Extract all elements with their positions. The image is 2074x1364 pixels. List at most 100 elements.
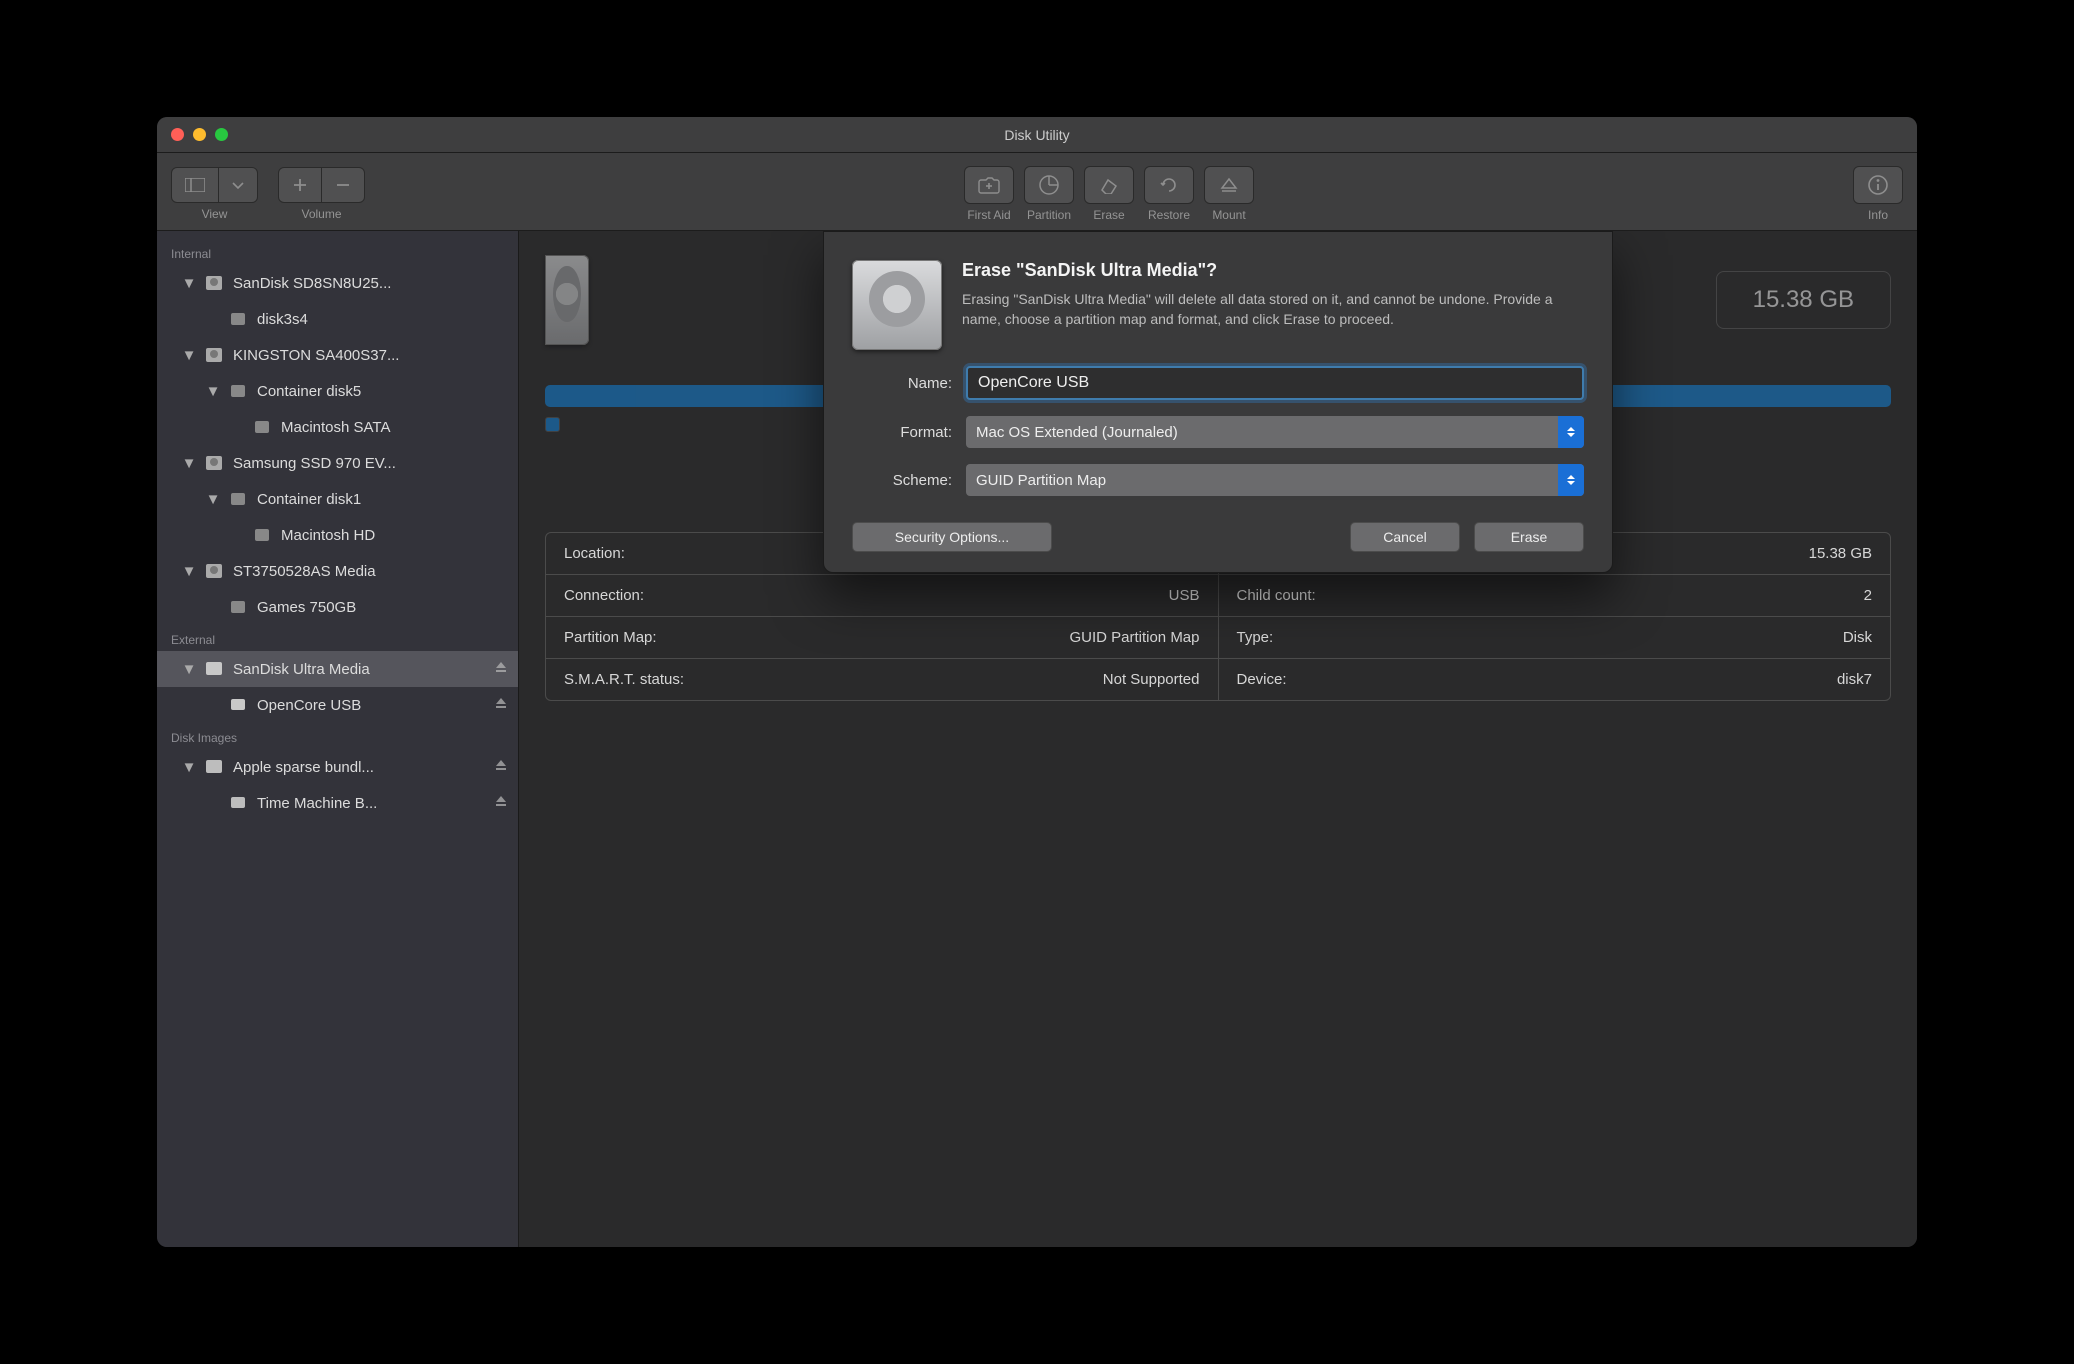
info-key: S.M.A.R.T. status: — [564, 671, 684, 688]
sidebar-item-label: Macintosh SATA — [281, 419, 508, 436]
sidebar-item-st3750[interactable]: ▼ ST3750528AS Media — [157, 553, 518, 589]
first-aid-button[interactable] — [964, 166, 1014, 204]
info-key: Location: — [564, 545, 625, 562]
erase-button[interactable] — [1084, 166, 1134, 204]
security-options-button[interactable]: Security Options... — [852, 522, 1052, 552]
sidebar-item-opencore-usb[interactable]: OpenCore USB — [157, 687, 518, 723]
erase-disk-icon — [852, 260, 942, 350]
sidebar-header-diskimages: Disk Images — [157, 723, 518, 749]
sidebar-item-sandisk-ultra[interactable]: ▼ SanDisk Ultra Media — [157, 651, 518, 687]
sidebar-item-label: Games 750GB — [257, 599, 508, 616]
eject-icon[interactable] — [494, 696, 508, 714]
internal-disk-icon — [203, 452, 225, 474]
view-label: View — [202, 207, 228, 221]
content-pane: 15.38 GB Location: External Connection: … — [519, 231, 1917, 1247]
disclosure-down-icon[interactable]: ▼ — [183, 455, 195, 472]
info-row-smart: S.M.A.R.T. status: Not Supported — [546, 659, 1218, 700]
mount-button[interactable] — [1204, 166, 1254, 204]
sidebar-item-kingston[interactable]: ▼ KINGSTON SA400S37... — [157, 337, 518, 373]
sidebar-item-macintosh-hd[interactable]: Macintosh HD — [157, 517, 518, 553]
info-key: Device: — [1237, 671, 1287, 688]
sidebar-item-label: ST3750528AS Media — [233, 563, 508, 580]
format-label: Format: — [852, 424, 952, 441]
sidebar-item-label: Macintosh HD — [281, 527, 508, 544]
sidebar-item-label: Time Machine B... — [257, 795, 486, 812]
sidebar-item-label: Samsung SSD 970 EV... — [233, 455, 508, 472]
sidebar-header-external: External — [157, 625, 518, 651]
select-arrows-icon — [1558, 464, 1584, 496]
external-volume-icon — [227, 694, 249, 716]
info-row-device: Device: disk7 — [1219, 659, 1891, 700]
sidebar-item-games750[interactable]: Games 750GB — [157, 589, 518, 625]
internal-disk-icon — [203, 272, 225, 294]
disclosure-down-icon[interactable]: ▼ — [183, 759, 195, 776]
volume-icon — [251, 524, 273, 546]
info-value: 15.38 GB — [1809, 545, 1872, 562]
sidebar-item-label: SanDisk Ultra Media — [233, 661, 486, 678]
sidebar-item-samsung-ssd[interactable]: ▼ Samsung SSD 970 EV... — [157, 445, 518, 481]
sidebar-item-container-disk5[interactable]: ▼ Container disk5 — [157, 373, 518, 409]
titlebar: Disk Utility — [157, 117, 1917, 153]
erase-sheet-title: Erase "SanDisk Ultra Media"? — [962, 260, 1584, 281]
disclosure-down-icon[interactable]: ▼ — [183, 275, 195, 292]
eject-icon[interactable] — [494, 660, 508, 678]
first-aid-label: First Aid — [967, 208, 1010, 222]
info-row-connection: Connection: USB — [546, 575, 1218, 617]
info-value: disk7 — [1837, 671, 1872, 688]
container-icon — [227, 380, 249, 402]
sidebar-item-apple-sparse[interactable]: ▼ Apple sparse bundl... — [157, 749, 518, 785]
sidebar-item-disk3s4[interactable]: disk3s4 — [157, 301, 518, 337]
erase-sheet-description: Erasing "SanDisk Ultra Media" will delet… — [962, 289, 1584, 330]
cancel-button[interactable]: Cancel — [1350, 522, 1460, 552]
format-select[interactable]: Mac OS Extended (Journaled) — [966, 416, 1584, 448]
erase-sheet: Erase "SanDisk Ultra Media"? Erasing "Sa… — [823, 231, 1613, 573]
eject-icon[interactable] — [494, 794, 508, 812]
sidebar-item-label: OpenCore USB — [257, 697, 486, 714]
volume-icon — [251, 416, 273, 438]
sidebar-item-sandisk-sd8[interactable]: ▼ SanDisk SD8SN8U25... — [157, 265, 518, 301]
internal-disk-icon — [203, 560, 225, 582]
name-input[interactable] — [966, 366, 1584, 400]
sidebar-toggle-button[interactable] — [172, 168, 219, 202]
volume-icon — [227, 308, 249, 330]
restore-button[interactable] — [1144, 166, 1194, 204]
remove-volume-button[interactable] — [322, 168, 364, 202]
capacity-badge: 15.38 GB — [1716, 271, 1891, 329]
disk-image-volume-icon — [227, 792, 249, 814]
name-label: Name: — [852, 375, 952, 392]
info-value: Disk — [1843, 629, 1872, 646]
sidebar-item-container-disk1[interactable]: ▼ Container disk1 — [157, 481, 518, 517]
sidebar-item-macintosh-sata[interactable]: Macintosh SATA — [157, 409, 518, 445]
info-key: Connection: — [564, 587, 644, 604]
info-key: Partition Map: — [564, 629, 657, 646]
info-row-type: Type: Disk — [1219, 617, 1891, 659]
disclosure-down-icon[interactable]: ▼ — [207, 491, 219, 508]
disclosure-down-icon[interactable]: ▼ — [207, 383, 219, 400]
scheme-label: Scheme: — [852, 472, 952, 489]
internal-disk-icon — [203, 344, 225, 366]
info-button[interactable] — [1853, 166, 1903, 204]
toolbar: View Volume First Aid — [157, 153, 1917, 231]
disclosure-down-icon[interactable]: ▼ — [183, 347, 195, 364]
sidebar-item-label: Container disk5 — [257, 383, 508, 400]
legend-checkbox[interactable] — [545, 417, 560, 432]
scheme-select[interactable]: GUID Partition Map — [966, 464, 1584, 496]
info-value: 2 — [1864, 587, 1872, 604]
info-value: Not Supported — [1103, 671, 1200, 688]
info-label: Info — [1868, 208, 1888, 222]
disclosure-down-icon[interactable]: ▼ — [183, 563, 195, 580]
view-menu-button[interactable] — [219, 168, 257, 202]
disclosure-down-icon[interactable]: ▼ — [183, 661, 195, 678]
erase-confirm-button[interactable]: Erase — [1474, 522, 1584, 552]
add-volume-button[interactable] — [279, 168, 322, 202]
volume-label: Volume — [301, 207, 341, 221]
info-row-childcount: Child count: 2 — [1219, 575, 1891, 617]
sidebar-item-label: Container disk1 — [257, 491, 508, 508]
sidebar-item-time-machine[interactable]: Time Machine B... — [157, 785, 518, 821]
eject-icon[interactable] — [494, 758, 508, 776]
partition-label: Partition — [1027, 208, 1071, 222]
volume-icon — [227, 596, 249, 618]
partition-button[interactable] — [1024, 166, 1074, 204]
erase-label: Erase — [1093, 208, 1124, 222]
disk-utility-window: Disk Utility View Vol — [157, 117, 1917, 1247]
